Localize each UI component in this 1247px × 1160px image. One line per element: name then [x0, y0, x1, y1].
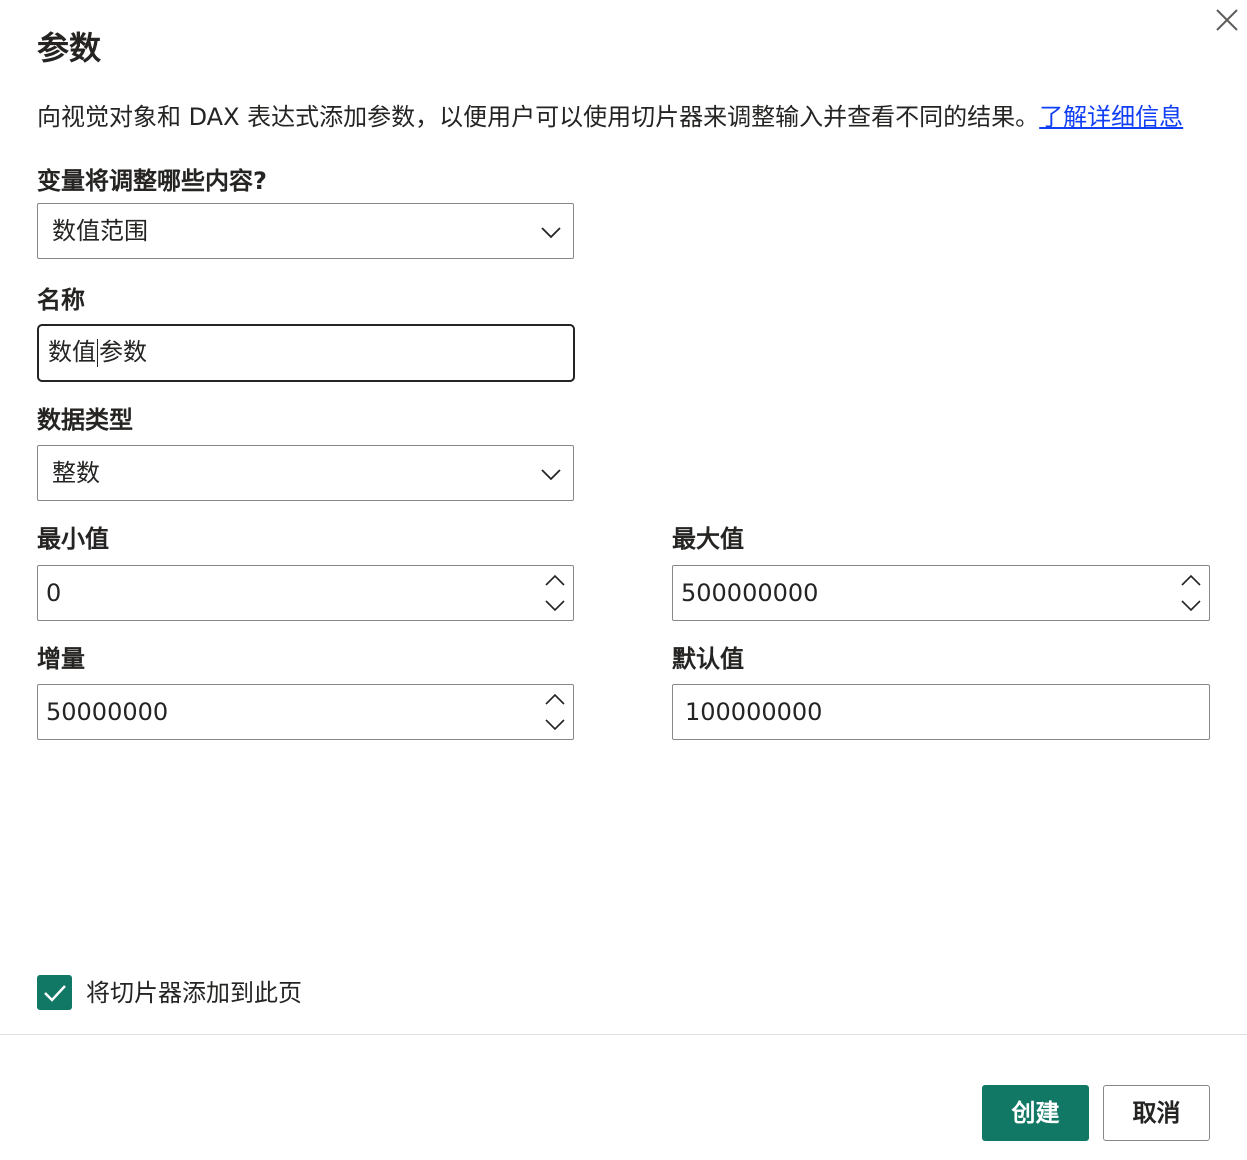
- description-text: 向视觉对象和 DAX 表达式添加参数，以便用户可以使用切片器来调整输入并查看不同…: [37, 103, 1040, 131]
- name-input[interactable]: 数值 参数: [37, 324, 575, 382]
- increment-label: 增量: [37, 645, 85, 673]
- cancel-button[interactable]: 取消: [1103, 1085, 1210, 1141]
- close-button[interactable]: [1212, 4, 1242, 34]
- default-input[interactable]: 100000000: [672, 684, 1210, 740]
- data-type-value: 整数: [52, 459, 100, 487]
- dialog-title: 参数: [37, 29, 102, 67]
- spin-up-icon[interactable]: [543, 688, 567, 710]
- data-type-label: 数据类型: [37, 406, 133, 434]
- data-type-dropdown[interactable]: 整数: [37, 445, 574, 501]
- chevron-down-icon: [541, 227, 561, 239]
- spin-up-icon[interactable]: [1179, 569, 1203, 591]
- max-input[interactable]: 500000000: [672, 565, 1210, 621]
- max-label: 最大值: [672, 525, 744, 553]
- name-label: 名称: [37, 286, 85, 314]
- add-slicer-checkbox[interactable]: [37, 975, 72, 1010]
- checkmark-icon: [44, 985, 66, 1002]
- default-value: 100000000: [685, 698, 823, 726]
- footer-divider: [0, 1034, 1247, 1035]
- max-value: 500000000: [681, 579, 819, 607]
- default-label: 默认值: [672, 645, 744, 673]
- min-value: 0: [46, 579, 62, 607]
- min-input[interactable]: 0: [37, 565, 574, 621]
- min-label: 最小值: [37, 525, 109, 553]
- spin-down-icon[interactable]: [543, 714, 567, 736]
- spin-up-icon[interactable]: [543, 569, 567, 591]
- variable-value: 数值范围: [52, 217, 148, 245]
- text-cursor: [97, 339, 98, 367]
- variable-label: 变量将调整哪些内容?: [37, 167, 267, 195]
- spin-down-icon[interactable]: [543, 595, 567, 617]
- dialog-description: 向视觉对象和 DAX 表达式添加参数，以便用户可以使用切片器来调整输入并查看不同…: [37, 99, 1183, 135]
- increment-value: 50000000: [46, 698, 169, 726]
- spin-down-icon[interactable]: [1179, 595, 1203, 617]
- name-value-after: 参数: [99, 338, 147, 366]
- create-button[interactable]: 创建: [982, 1085, 1089, 1141]
- name-value-before: 数值: [48, 338, 96, 366]
- chevron-down-icon: [541, 469, 561, 481]
- learn-more-link[interactable]: 了解详细信息: [1039, 103, 1183, 131]
- increment-input[interactable]: 50000000: [37, 684, 574, 740]
- add-slicer-label[interactable]: 将切片器添加到此页: [86, 975, 302, 1011]
- close-icon: [1216, 9, 1238, 31]
- variable-dropdown[interactable]: 数值范围: [37, 203, 574, 259]
